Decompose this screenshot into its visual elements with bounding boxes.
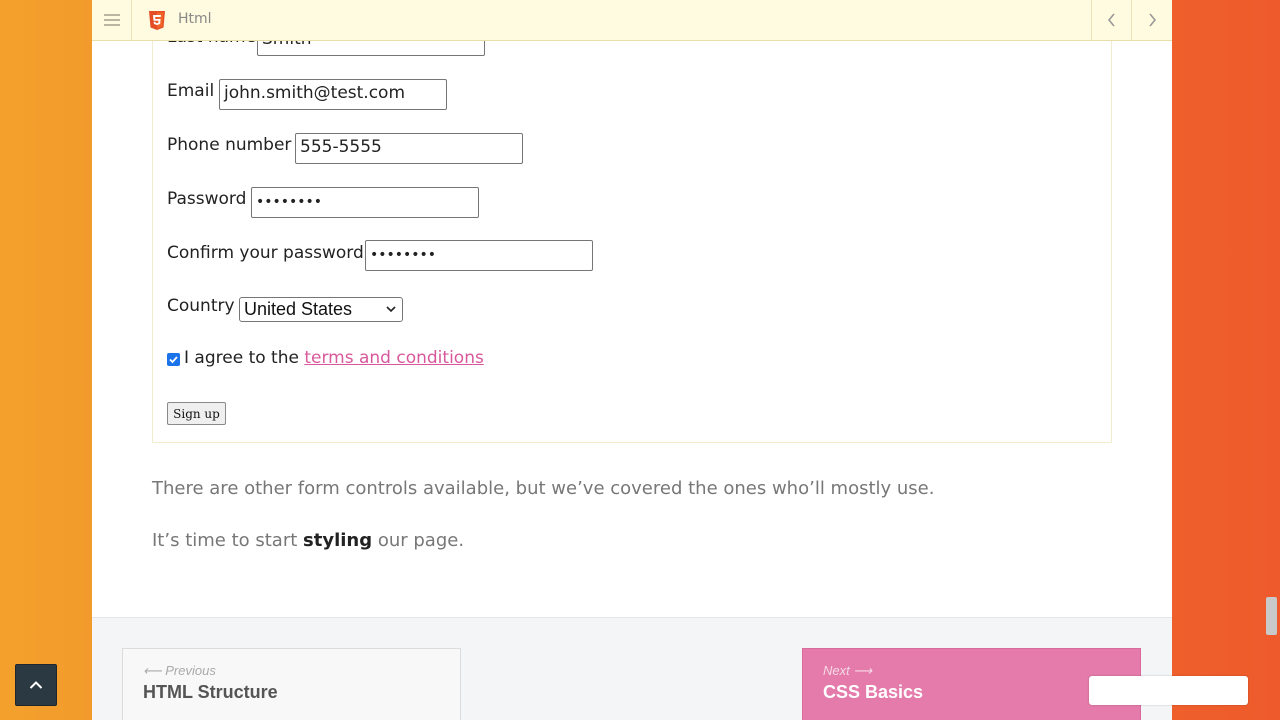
previous-lesson-title: HTML Structure [143,682,278,702]
confirm-password-label: Confirm your password [167,243,364,263]
html5-logo-icon [149,11,165,30]
scrollbar[interactable] [1263,0,1280,720]
chevron-down-icon [386,306,396,313]
signup-button[interactable]: Sign up [167,402,226,425]
country-selected-value: United States [244,299,353,319]
page-content: Html Last name Smith Email john.smith@te… [92,0,1172,720]
terms-link[interactable]: terms and conditions [304,348,483,368]
email-label: Email [167,81,215,101]
chevron-up-icon [29,681,43,689]
footer-navigation: ⟵ Previous HTML Structure Next ⟶ CSS Bas… [92,617,1172,720]
country-label: Country [167,296,235,316]
country-select[interactable]: United States [239,297,403,322]
password-input[interactable]: •••••••• [251,187,479,218]
confirm-password-input[interactable]: •••••••• [365,240,593,271]
scrollbar-thumb[interactable] [1266,597,1277,635]
checkmark-icon [169,356,178,364]
paragraph-styling-bold: styling [303,530,373,551]
paragraph-form-controls: There are other form controls available,… [152,478,935,499]
next-hint: Next ⟶ [823,663,872,678]
email-input[interactable]: john.smith@test.com [219,79,447,110]
overlay-input-box[interactable] [1089,676,1248,705]
scroll-to-top-button[interactable] [15,664,57,706]
top-bar: Html [92,0,1172,41]
paragraph-styling-end: our page. [372,530,465,551]
paragraph-styling-start: It’s time to start [152,530,304,551]
page-title: Html [178,11,212,27]
next-lesson-title: CSS Basics [823,682,924,702]
chevron-left-icon [1107,13,1115,27]
menu-icon[interactable] [92,0,132,40]
previous-lesson-card[interactable]: ⟵ Previous HTML Structure [122,648,461,720]
previous-hint: ⟵ Previous [143,663,216,678]
phone-label: Phone number [167,135,292,155]
agree-label: I agree to the terms and conditions [184,348,484,368]
next-page-button[interactable] [1131,0,1171,40]
agree-text: I agree to the [184,348,305,368]
agree-checkbox[interactable] [167,353,180,366]
phone-input[interactable]: 555-5555 [295,133,523,164]
paragraph-styling: It’s time to start styling our page. [152,530,464,551]
previous-page-button[interactable] [1091,0,1131,40]
password-label: Password [167,189,247,209]
chevron-right-icon [1148,13,1156,27]
